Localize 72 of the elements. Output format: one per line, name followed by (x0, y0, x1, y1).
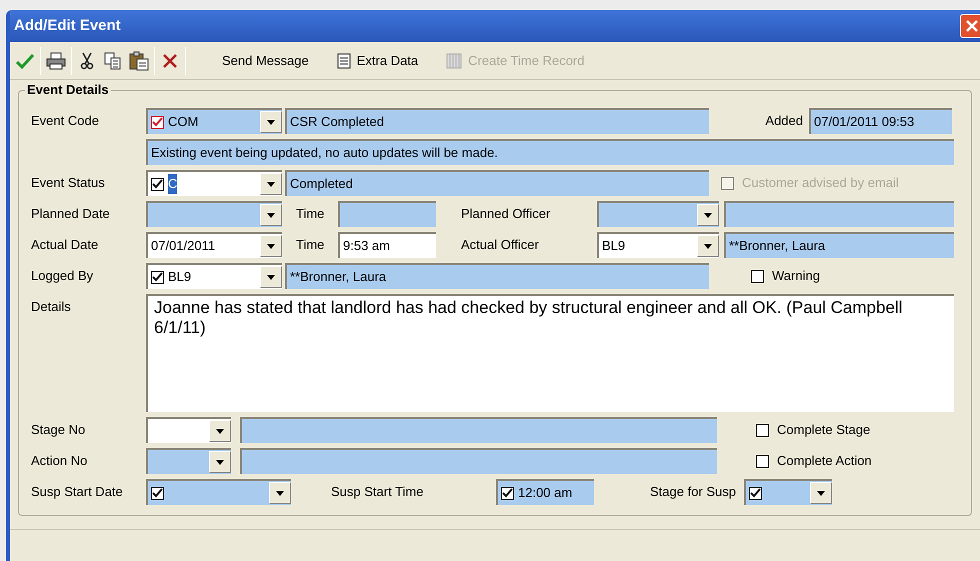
field-label: Planned Date (31, 205, 111, 224)
combo-box[interactable] (146, 479, 291, 505)
checkbox[interactable] (756, 424, 769, 436)
checkbox[interactable] (151, 270, 164, 284)
text-field[interactable]: Completed (285, 170, 709, 196)
text-field[interactable]: 07/01/2011 09:53 (809, 108, 952, 134)
checkbox-option[interactable]: Complete Stage (756, 420, 870, 440)
checkbox[interactable] (151, 178, 164, 190)
text-field[interactable]: CSR Completed (285, 108, 709, 134)
text-field[interactable]: **Bronner, Laura (724, 232, 954, 258)
field-label: Time (295, 205, 326, 224)
field-label: Susp Start Date (31, 483, 124, 502)
text-area[interactable]: Joanne has stated that landlord has had checked by structural engineer and all OK. (Paul Campbell 6/1/11) (146, 294, 954, 412)
scissors-icon (80, 52, 94, 70)
toolbar-button[interactable]: Extra Data (322, 46, 432, 76)
field-label: Event Code (31, 112, 100, 130)
dropdown-arrow-icon (276, 490, 284, 496)
text-field[interactable] (240, 417, 717, 443)
checkbox[interactable] (501, 486, 514, 500)
text-field[interactable]: 12:00 am (496, 479, 594, 505)
window-title: Add/Edit Event (14, 16, 121, 36)
text-field[interactable]: 9:53 am (338, 232, 436, 258)
checkbox[interactable] (751, 270, 764, 282)
field-label: Details (31, 298, 72, 316)
combo-box[interactable]: BL9 (146, 263, 282, 289)
close-button[interactable] (960, 14, 980, 38)
field-label: Time (295, 236, 326, 254)
field-label: Added (764, 112, 804, 130)
field-label: Logged By (31, 267, 94, 286)
field-label: Event Status (31, 174, 106, 192)
combo-box[interactable]: 07/01/2011 (146, 232, 282, 258)
dropdown-arrow-icon (267, 120, 275, 124)
combo-box[interactable] (744, 479, 832, 505)
combo-box[interactable]: C (146, 170, 282, 196)
field-label: Actual Date (31, 236, 100, 254)
text-field[interactable] (240, 448, 717, 474)
checkbox[interactable] (151, 116, 164, 128)
dropdown-arrow-icon (267, 274, 275, 280)
clipboard-icon (129, 50, 149, 70)
dropdown-arrow-icon (704, 244, 712, 248)
field-label: Susp Start Time (330, 483, 424, 502)
delete-icon (162, 52, 178, 68)
field-label: Action No (31, 452, 88, 470)
text-field[interactable]: **Bronner, Laura (285, 263, 709, 289)
dropdown-arrow-icon (704, 212, 712, 218)
text-field[interactable] (724, 201, 954, 227)
combo-box[interactable]: BL9 (597, 232, 719, 258)
field-label: Planned Officer (460, 205, 552, 224)
checkmark-icon (16, 52, 34, 68)
dropdown-arrow-icon (267, 244, 275, 248)
combo-box[interactable]: COM (146, 108, 282, 134)
printer-icon (46, 52, 66, 70)
field-label: Actual Officer (460, 236, 540, 254)
document-icon (336, 52, 351, 68)
checkbox[interactable] (749, 486, 762, 500)
dropdown-arrow-icon (817, 490, 825, 496)
copy-icon (104, 52, 122, 70)
toolbar-button[interactable]: Send Message (208, 46, 323, 76)
checkbox[interactable] (756, 454, 769, 468)
field-label: Stage for Susp (649, 483, 737, 502)
dropdown-arrow-icon (267, 212, 275, 218)
dropdown-arrow-icon (216, 460, 224, 464)
dropdown-arrow-icon (216, 428, 224, 434)
checkbox-option[interactable]: Complete Action (756, 451, 872, 471)
text-field[interactable]: Existing event being updated, no auto updates will be made. (146, 139, 954, 165)
grid-icon (446, 52, 462, 68)
dropdown-arrow-icon (267, 182, 275, 186)
checkbox-option[interactable]: Warning (751, 266, 820, 286)
close-icon (966, 20, 978, 32)
field-label: Stage No (31, 421, 86, 440)
checkbox[interactable] (151, 486, 164, 500)
text-field[interactable] (338, 201, 436, 227)
